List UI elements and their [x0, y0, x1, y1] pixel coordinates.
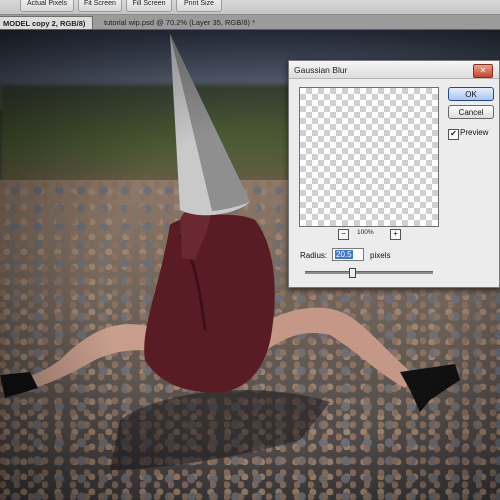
radius-label: Radius: — [300, 251, 328, 260]
tab-model-copy[interactable]: MODEL copy 2, RGB/8) *× — [0, 16, 93, 45]
preview-pane[interactable] — [299, 87, 439, 227]
zoom-out-button[interactable]: − — [338, 229, 349, 240]
gaussian-blur-dialog: Gaussian Blur ✕ − 100% + OK Cancel ✔ Pre… — [288, 60, 500, 288]
tab-label: tutorial wip.psd @ 70.2% (Layer 35, RGB/… — [104, 18, 256, 27]
ok-button[interactable]: OK — [448, 87, 494, 101]
actual-pixels-button[interactable]: Actual Pixels — [20, 0, 74, 12]
preview-label: Preview — [460, 128, 489, 137]
preview-checkbox[interactable]: ✔ — [448, 129, 459, 140]
document-tab-bar: MODEL copy 2, RGB/8) *× tutorial wip.psd… — [0, 15, 500, 45]
radius-slider-track[interactable] — [305, 271, 433, 274]
zoom-in-button[interactable]: + — [390, 229, 401, 240]
radius-slider-thumb[interactable] — [349, 268, 357, 278]
options-bar: Actual Pixels Fit Screen Fill Screen Pri… — [0, 0, 500, 15]
cancel-button[interactable]: Cancel — [448, 105, 494, 119]
radius-input[interactable]: 20.5 — [332, 248, 364, 261]
print-size-button[interactable]: Print Size — [176, 0, 222, 12]
close-icon[interactable]: ✕ — [473, 64, 493, 78]
fit-screen-button[interactable]: Fit Screen — [78, 0, 122, 12]
dialog-title: Gaussian Blur — [289, 61, 499, 79]
zoom-level-label: 100% — [357, 229, 374, 236]
tab-tutorial-wip[interactable]: tutorial wip.psd @ 70.2% (Layer 35, RGB/… — [100, 16, 270, 44]
radius-value: 20.5 — [335, 250, 353, 259]
unit-label: pixels — [370, 251, 391, 260]
fill-screen-button[interactable]: Fill Screen — [126, 0, 172, 12]
